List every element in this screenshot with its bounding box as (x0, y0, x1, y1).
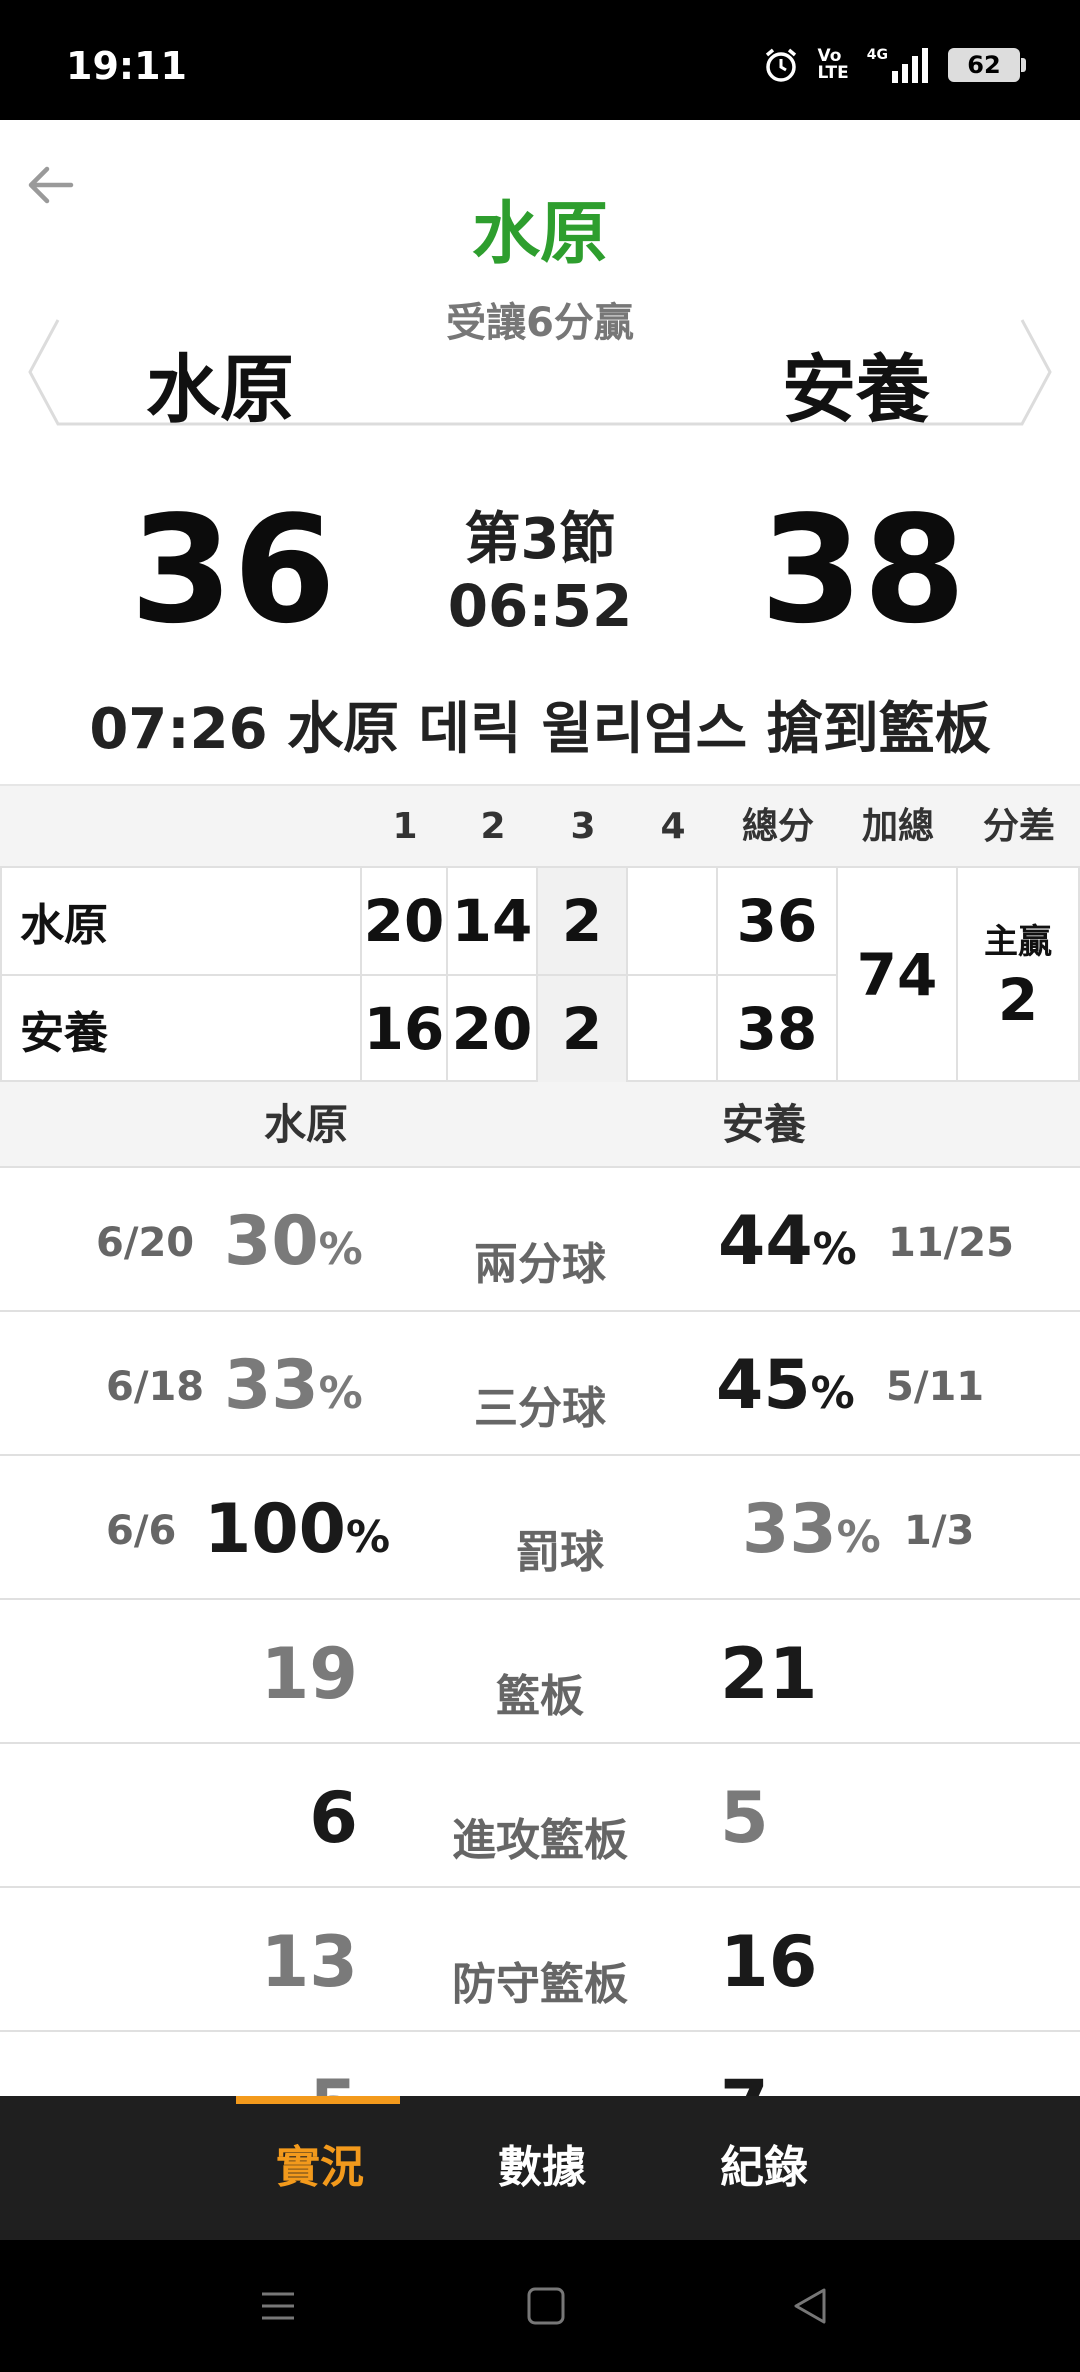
table-cell (628, 868, 718, 974)
col-combined: 加總 (861, 806, 934, 847)
col-total: 總分 (741, 806, 814, 847)
status-bar: 19:11 Vo LTE 4G 62 (0, 0, 1080, 120)
home-square-icon (527, 2287, 565, 2325)
away-made-attempts: 5/11 (886, 1364, 985, 1410)
col-q2: 2 (480, 806, 506, 847)
away-pct: 33% (742, 1490, 881, 1578)
network-type: 4G (866, 47, 888, 63)
table-row-team: 安養 (0, 976, 362, 1082)
table-cell (628, 976, 718, 1082)
away-value: 5 (720, 1777, 769, 1859)
row-divider (0, 974, 838, 976)
table-cell-total: 36 (718, 868, 838, 974)
table-cell: 20 (448, 976, 538, 1082)
tab-stats[interactable]: 數據 (498, 2096, 586, 2240)
col-q3: 3 (570, 806, 596, 847)
home-button[interactable] (516, 2276, 576, 2336)
system-nav-bar (0, 2240, 1080, 2372)
away-made-attempts: 11/25 (888, 1220, 1014, 1266)
back-system-button[interactable] (780, 2276, 840, 2336)
box-score-header: 1 2 3 4 總分 加總 分差 (0, 784, 1080, 866)
bottom-tab-bar: 實況 數據 紀錄 (0, 2096, 1080, 2240)
stat-label: 進攻籃板 (452, 1815, 628, 1866)
table-cell: 16 (362, 976, 448, 1082)
away-value: 21 (720, 1633, 818, 1715)
recent-apps-button[interactable] (248, 2276, 308, 2336)
away-made-attempts: 1/3 (904, 1508, 975, 1554)
table-cell-total: 38 (718, 976, 838, 1082)
volte-icon: Vo LTE (818, 48, 849, 82)
away-pct: 45% (716, 1346, 855, 1434)
battery-level: 62 (967, 51, 1001, 79)
tab-log[interactable]: 紀錄 (720, 2096, 808, 2240)
table-cell: 2 (538, 976, 628, 1082)
stat-row-3pt: 6/18 33% 三分球 45% 5/11 (0, 1310, 1080, 1454)
stat-row-off-rebounds: 6 進攻籃板 5 (0, 1742, 1080, 1886)
stat-row-ft: 6/6 100% 罰球 33% 1/3 (0, 1454, 1080, 1598)
table-row-team: 水原 (0, 868, 362, 974)
volte-bottom-text: LTE (817, 63, 849, 83)
score-diff: 主贏 2 (958, 868, 1080, 1082)
away-pct: 44% (718, 1202, 857, 1290)
last-play-text: 07:26 水原 데릭 윌리엄스 搶到籃板 (89, 697, 991, 762)
stats-home-team: 水原 (264, 1100, 349, 1149)
away-pct-value: 44 (718, 1202, 813, 1281)
table-cell: 14 (448, 868, 538, 974)
stat-label: 籃板 (496, 1671, 584, 1722)
stat-row-2pt: 6/20 30% 兩分球 44% 11/25 (0, 1166, 1080, 1310)
col-diff: 分差 (982, 806, 1055, 847)
pct-unit: % (810, 1368, 855, 1419)
diff-value: 2 (997, 966, 1039, 1034)
diff-label: 主贏 (984, 922, 1052, 962)
box-score-table: 1 2 3 4 總分 加總 分差 水原 20 14 2 36 安養 16 20 … (0, 784, 1080, 1082)
table-cell: 20 (362, 868, 448, 974)
stats-header: 水原 安養 (0, 1082, 1080, 1168)
table-cell: 2 (538, 868, 628, 974)
home-team-name: 水原 (146, 347, 294, 433)
alarm-icon (762, 46, 800, 84)
combined-score: 74 (838, 868, 958, 1082)
away-value: 16 (720, 1921, 818, 2003)
box-score-body: 水原 20 14 2 36 安養 16 20 2 38 74 主贏 2 (0, 866, 1080, 1082)
tab-live[interactable]: 實況 (276, 2096, 364, 2240)
stat-row-rebounds: 19 籃板 21 (0, 1598, 1080, 1742)
status-time: 19:11 (66, 44, 187, 88)
signal-icon: 4G (867, 47, 930, 83)
col-q1: 1 (392, 806, 418, 847)
away-pct-value: 33 (742, 1490, 837, 1569)
col-q4: 4 (660, 806, 686, 847)
away-team-name: 安養 (782, 347, 930, 433)
leader-team: 水原 (471, 195, 608, 274)
battery-icon: 62 (948, 48, 1026, 82)
back-triangle-icon (794, 2288, 826, 2324)
menu-icon (262, 2292, 294, 2320)
pct-unit: % (836, 1512, 881, 1563)
stat-label: 防守籃板 (452, 1959, 628, 2010)
stat-row-def-rebounds: 13 防守籃板 16 (0, 1886, 1080, 2030)
status-icons: Vo LTE 4G 62 (762, 46, 1026, 84)
pct-unit: % (812, 1224, 857, 1275)
away-score: 38 (760, 484, 966, 656)
stats-away-team: 安養 (722, 1100, 807, 1149)
away-pct-value: 45 (716, 1346, 811, 1425)
